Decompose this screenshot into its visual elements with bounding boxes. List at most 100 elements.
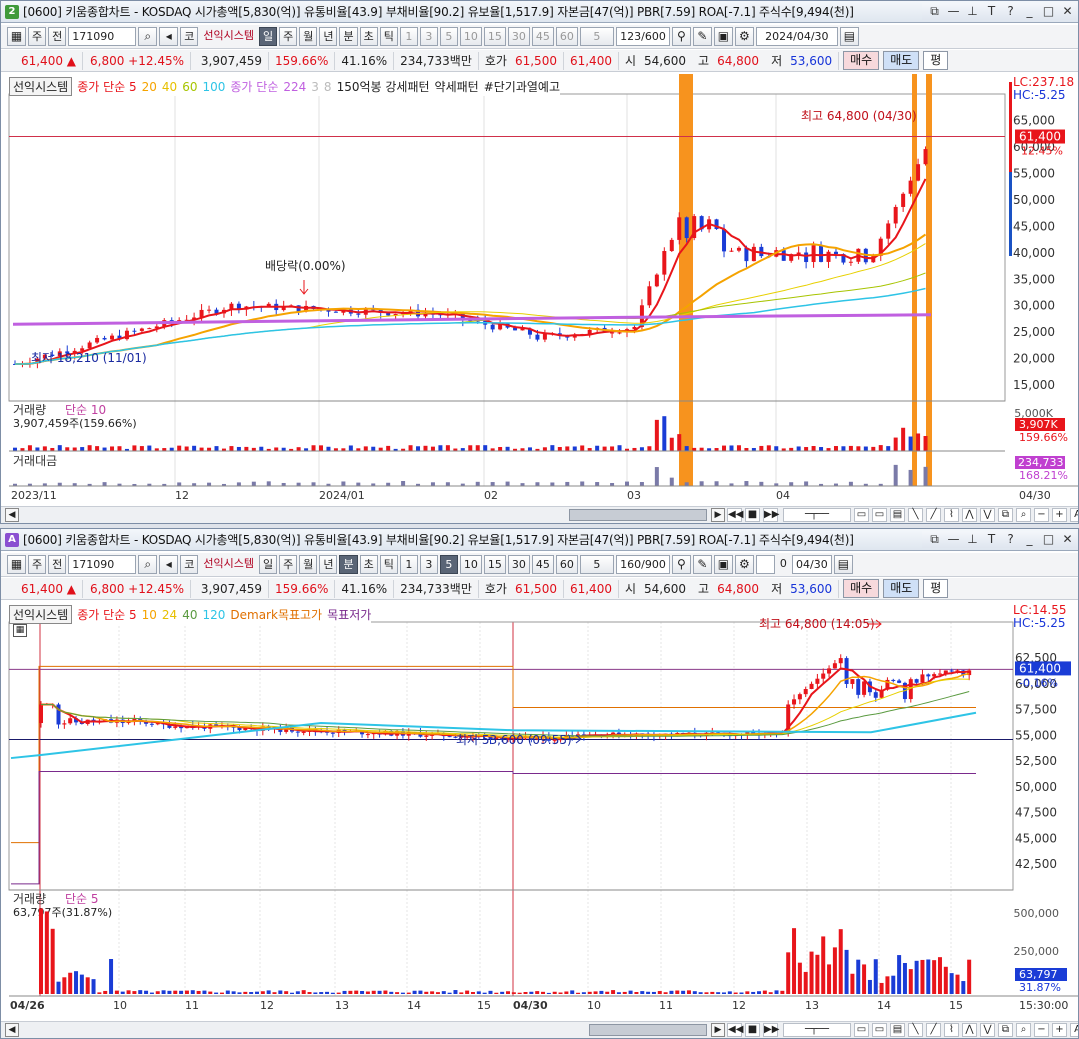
text-icon[interactable]: A xyxy=(1070,508,1078,522)
interval-60[interactable]: 60 xyxy=(555,555,578,574)
speaker-icon[interactable]: ◂ xyxy=(159,27,179,46)
interval-5[interactable]: 5 xyxy=(439,27,458,46)
legend-ma120[interactable]: 120 xyxy=(202,608,225,622)
tool-c-icon[interactable]: ▤ xyxy=(890,508,905,522)
date-input[interactable]: 2024/04/30 xyxy=(755,27,838,46)
tool-g-icon[interactable]: ⋀ xyxy=(962,1023,977,1037)
period-year[interactable]: 년 xyxy=(319,555,338,574)
legend-ma5[interactable]: 종가 단순 5 xyxy=(77,78,136,95)
range-select[interactable]: 전 xyxy=(48,27,67,46)
first-icon[interactable]: ◀◀ xyxy=(727,1023,743,1037)
tool-c-icon[interactable]: ▤ xyxy=(890,1023,905,1037)
period-day[interactable]: 일 xyxy=(258,555,278,574)
pin-icon[interactable]: ⊥ xyxy=(964,531,981,548)
help-icon[interactable]: ? xyxy=(1002,531,1019,548)
stop-icon[interactable]: ■ xyxy=(745,508,760,522)
interval-45[interactable]: 45 xyxy=(531,27,554,46)
stock-code-input[interactable]: 171090 xyxy=(68,555,137,574)
font-icon[interactable]: T xyxy=(983,531,1000,548)
tool-h-icon[interactable]: ⋁ xyxy=(980,508,995,522)
scroll-thumb[interactable] xyxy=(589,1024,707,1036)
draw-icon[interactable]: ✎ xyxy=(692,27,712,46)
close-icon[interactable]: ✕ xyxy=(1059,3,1076,20)
legend-p3[interactable]: 3 xyxy=(311,80,319,94)
market-select[interactable]: 주 xyxy=(28,555,47,574)
sheet-icon[interactable]: ▦ xyxy=(7,555,26,574)
interval-5[interactable]: 5 xyxy=(439,555,458,574)
speaker-icon[interactable]: ◂ xyxy=(159,555,179,574)
indicator-icon[interactable]: ⚲ xyxy=(671,27,691,46)
period-minute[interactable]: 분 xyxy=(339,555,358,574)
search-icon[interactable]: ⌕ xyxy=(138,555,158,574)
tool-b-icon[interactable]: ▭ xyxy=(872,1023,887,1037)
tool-g-icon[interactable]: ⋀ xyxy=(962,508,977,522)
last-icon[interactable]: ▶▶ xyxy=(763,508,779,522)
zoom-icon[interactable]: ⌕ xyxy=(1016,1023,1031,1037)
chart-scrollbar[interactable]: ◀ ▶ ◀◀ ■ ▶▶ ─┬── ▭ ▭ ▤ ╲ ╱ ⌇ ⋀ ⋁ ⧉ ⌕ − +… xyxy=(1,506,1078,523)
legend-demark-low[interactable]: 목표저가 xyxy=(327,606,371,623)
scroll-thumb[interactable] xyxy=(569,509,707,521)
buy-button[interactable]: 매수 xyxy=(843,579,880,598)
sell-button[interactable]: 매도 xyxy=(883,579,920,598)
help-icon[interactable]: ? xyxy=(1002,3,1019,20)
calendar-icon[interactable]: ▤ xyxy=(833,555,853,574)
tool-e-icon[interactable]: ╱ xyxy=(926,508,941,522)
text-icon[interactable]: A xyxy=(1070,1023,1078,1037)
win-min-icon[interactable]: _ xyxy=(1021,3,1038,20)
period-year[interactable]: 년 xyxy=(319,27,338,46)
tool-i-icon[interactable]: ⧉ xyxy=(998,1023,1013,1037)
interval-3[interactable]: 3 xyxy=(419,27,438,46)
period-month[interactable]: 월 xyxy=(299,555,318,574)
legend-overheat[interactable]: #단기과열예고 xyxy=(484,78,560,95)
legend-ma5[interactable]: 종가 단순 5 xyxy=(77,606,136,623)
interval-select[interactable]: 5 xyxy=(579,27,614,46)
legend-ma100[interactable]: 100 xyxy=(202,80,225,94)
zoom-icon[interactable]: ⌕ xyxy=(1016,508,1031,522)
tool-f-icon[interactable]: ⌇ xyxy=(944,1023,959,1037)
legend-ma24[interactable]: 24 xyxy=(162,608,177,622)
interval-1[interactable]: 1 xyxy=(399,27,418,46)
win-max-icon[interactable]: □ xyxy=(1040,531,1057,548)
period-second[interactable]: 초 xyxy=(359,555,378,574)
interval-15[interactable]: 15 xyxy=(483,27,506,46)
legend-ma-simple[interactable]: 종가 단순 xyxy=(230,78,278,95)
zoom-slider-icon[interactable]: ─┬── xyxy=(783,1023,851,1037)
legend-p8[interactable]: 8 xyxy=(324,80,332,94)
legend-ma10[interactable]: 10 xyxy=(142,608,157,622)
interval-30[interactable]: 30 xyxy=(507,555,530,574)
sell-button[interactable]: 매도 xyxy=(883,51,920,70)
range-select[interactable]: 전 xyxy=(48,555,67,574)
first-icon[interactable]: ◀◀ xyxy=(727,508,743,522)
minimize-icon[interactable]: — xyxy=(945,3,962,20)
window-titlebar[interactable]: A [0600] 키움종합차트 - KOSDAQ 시가총액[5,830(억)] … xyxy=(1,529,1078,551)
interval-60[interactable]: 60 xyxy=(555,27,578,46)
period-second[interactable]: 초 xyxy=(359,27,378,46)
tool-a-icon[interactable]: ▭ xyxy=(854,1023,869,1037)
save-icon[interactable]: ▣ xyxy=(713,555,733,574)
tool-i-icon[interactable]: ⧉ xyxy=(998,508,1013,522)
legend-ma40[interactable]: 40 xyxy=(162,80,177,94)
period-day[interactable]: 일 xyxy=(258,27,278,46)
legend-system[interactable]: 선익시스템 xyxy=(9,605,73,624)
table-icon[interactable]: ▦ xyxy=(13,624,27,637)
zoom-in-icon[interactable]: + xyxy=(1052,508,1067,522)
bar-count-input[interactable]: 160/900 xyxy=(615,555,670,574)
scroll-left-icon[interactable]: ◀ xyxy=(5,1023,19,1037)
tool-h-icon[interactable]: ⋁ xyxy=(980,1023,995,1037)
calendar-icon[interactable]: ▤ xyxy=(839,27,859,46)
legend-ma224[interactable]: 224 xyxy=(283,80,306,94)
daily-chart-area[interactable]: 65,000 60,000 55,000 50,000 45,000 40,000 35,0… xyxy=(1,74,1078,506)
legend-ma20[interactable]: 20 xyxy=(142,80,157,94)
interval-45[interactable]: 45 xyxy=(531,555,554,574)
period-week[interactable]: 주 xyxy=(279,555,298,574)
draw-icon[interactable]: ✎ xyxy=(692,555,712,574)
interval-15[interactable]: 15 xyxy=(483,555,506,574)
font-icon[interactable]: T xyxy=(983,3,1000,20)
pin-icon[interactable]: ⊥ xyxy=(964,3,981,20)
zoom-slider-icon[interactable]: ─┬── xyxy=(783,508,851,522)
legend-demark-high[interactable]: Demark목표고가 xyxy=(230,606,322,623)
tool-d-icon[interactable]: ╲ xyxy=(908,508,923,522)
chart-scrollbar[interactable]: ◀ ▶ ◀◀ ■ ▶▶ ─┬── ▭ ▭ ▤ ╲ ╱ ⌇ ⋀ ⋁ ⧉ ⌕ − +… xyxy=(1,1021,1078,1038)
legend-system[interactable]: 선익시스템 xyxy=(9,77,73,96)
tool-a-icon[interactable]: ▭ xyxy=(854,508,869,522)
